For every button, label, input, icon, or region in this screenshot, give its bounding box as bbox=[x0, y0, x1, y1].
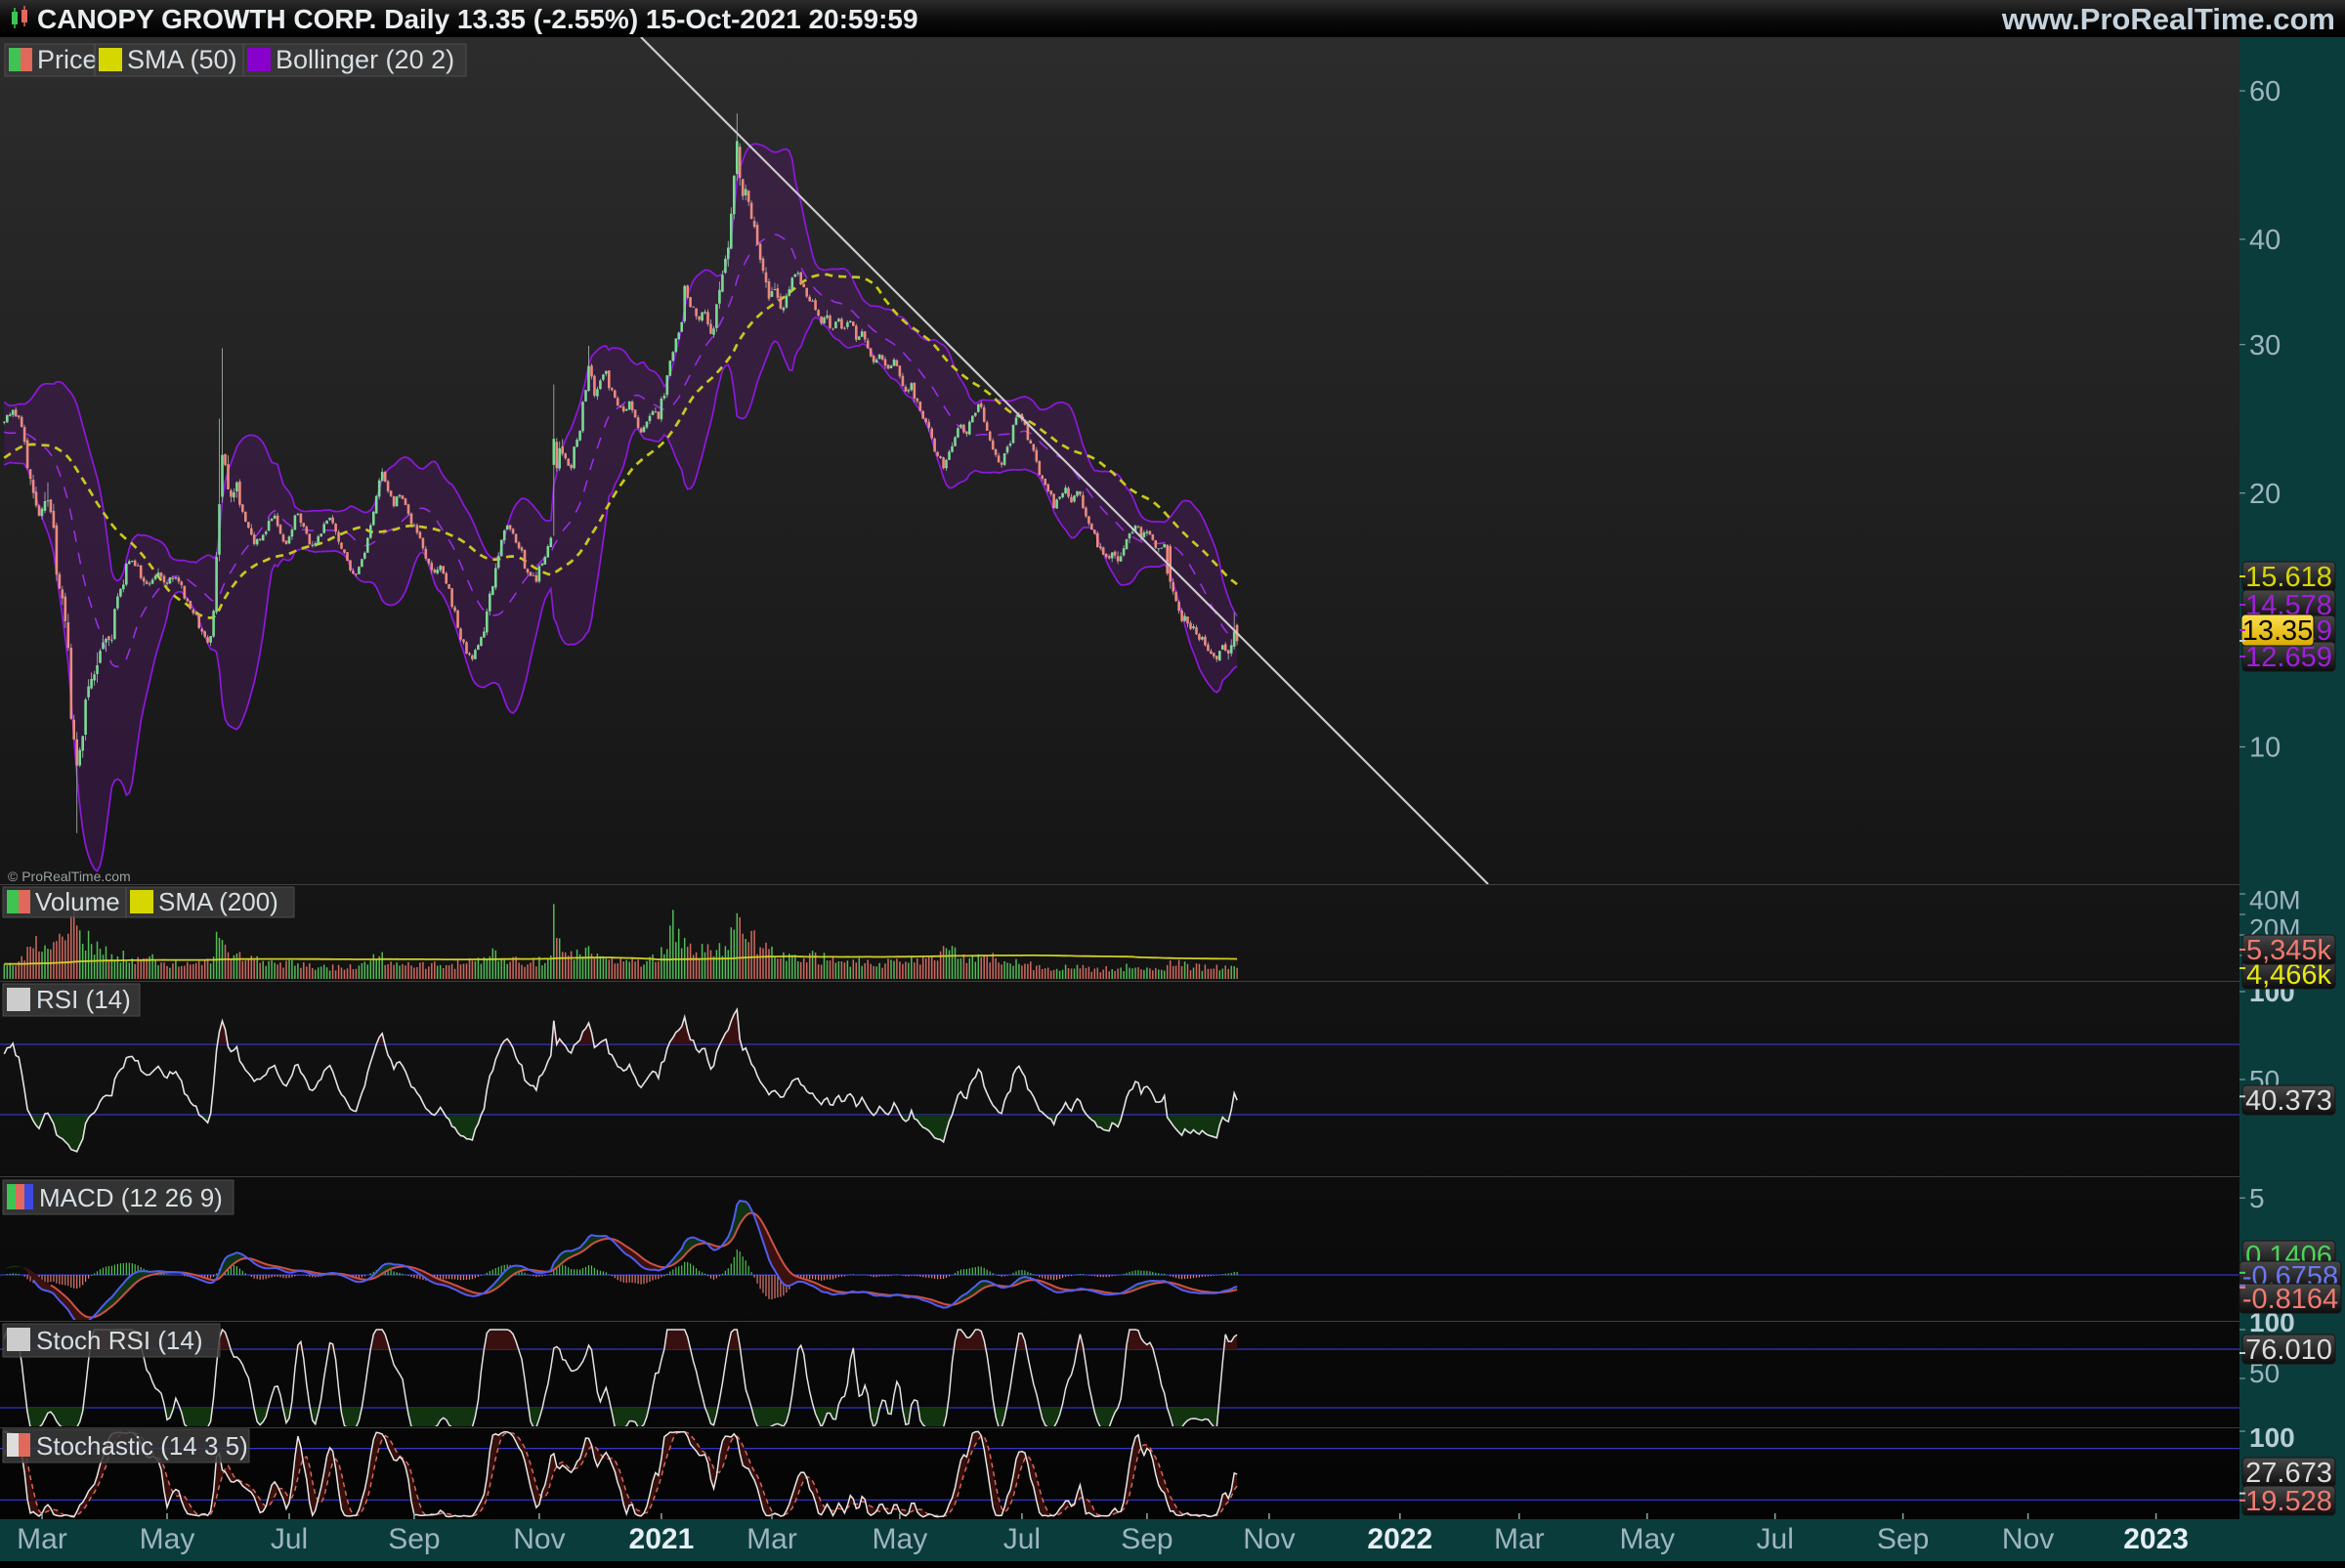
svg-text:30: 30 bbox=[2249, 330, 2281, 361]
svg-text:Price: Price bbox=[37, 45, 98, 74]
svg-text:2022: 2022 bbox=[1367, 1523, 1432, 1555]
svg-text:5: 5 bbox=[2249, 1183, 2265, 1213]
svg-text:MACD (12 26 9): MACD (12 26 9) bbox=[39, 1183, 223, 1212]
svg-text:-0.8164: -0.8164 bbox=[2242, 1284, 2338, 1315]
svg-text:27.673: 27.673 bbox=[2245, 1458, 2332, 1489]
svg-text:Stoch RSI (14): Stoch RSI (14) bbox=[36, 1326, 203, 1355]
svg-text:19.528: 19.528 bbox=[2245, 1486, 2332, 1517]
svg-text:76.010: 76.010 bbox=[2245, 1335, 2332, 1366]
svg-text:2023: 2023 bbox=[2123, 1523, 2189, 1555]
svg-text:Nov: Nov bbox=[2002, 1523, 2054, 1555]
svg-text:40.373: 40.373 bbox=[2245, 1085, 2332, 1117]
svg-text:Sep: Sep bbox=[388, 1523, 440, 1555]
svg-text:Jul: Jul bbox=[1757, 1523, 1794, 1555]
svg-text:10: 10 bbox=[2249, 733, 2281, 764]
svg-text:40M: 40M bbox=[2249, 886, 2301, 915]
svg-text:40: 40 bbox=[2249, 225, 2281, 256]
svg-text:20: 20 bbox=[2249, 479, 2281, 510]
svg-text:Jul: Jul bbox=[1003, 1523, 1041, 1555]
svg-text:SMA (200): SMA (200) bbox=[158, 887, 278, 916]
svg-text:Mar: Mar bbox=[1494, 1523, 1545, 1555]
svg-text:May: May bbox=[1619, 1523, 1675, 1555]
svg-text:Stochastic (14 3 5): Stochastic (14 3 5) bbox=[36, 1431, 248, 1461]
svg-text:60: 60 bbox=[2249, 76, 2281, 107]
svg-text:© ProRealTime.com: © ProRealTime.com bbox=[8, 869, 131, 884]
svg-text:13.35: 13.35 bbox=[2242, 615, 2314, 647]
svg-text:Jul: Jul bbox=[271, 1523, 308, 1555]
svg-text:SMA (50): SMA (50) bbox=[127, 45, 237, 74]
svg-text:Sep: Sep bbox=[1121, 1523, 1172, 1555]
svg-text:CANOPY GROWTH CORP. Daily 13.3: CANOPY GROWTH CORP. Daily 13.35 (-2.55%)… bbox=[37, 4, 918, 34]
svg-text:May: May bbox=[873, 1523, 928, 1555]
svg-text:2021: 2021 bbox=[629, 1523, 695, 1555]
svg-text:100: 100 bbox=[2249, 1422, 2295, 1453]
svg-text:www.ProRealTime.com: www.ProRealTime.com bbox=[2001, 2, 2335, 36]
svg-text:5,345k: 5,345k bbox=[2246, 935, 2332, 966]
svg-text:Mar: Mar bbox=[746, 1523, 797, 1555]
svg-text:RSI (14): RSI (14) bbox=[36, 985, 131, 1014]
svg-text:Sep: Sep bbox=[1877, 1523, 1929, 1555]
svg-text:Mar: Mar bbox=[17, 1523, 67, 1555]
svg-text:May: May bbox=[140, 1523, 195, 1555]
svg-text:Nov: Nov bbox=[1243, 1523, 1295, 1555]
svg-text:Volume: Volume bbox=[35, 887, 120, 916]
svg-text:15.618: 15.618 bbox=[2245, 562, 2332, 593]
svg-text:Bollinger (20 2): Bollinger (20 2) bbox=[276, 45, 454, 74]
svg-text:Nov: Nov bbox=[513, 1523, 565, 1555]
